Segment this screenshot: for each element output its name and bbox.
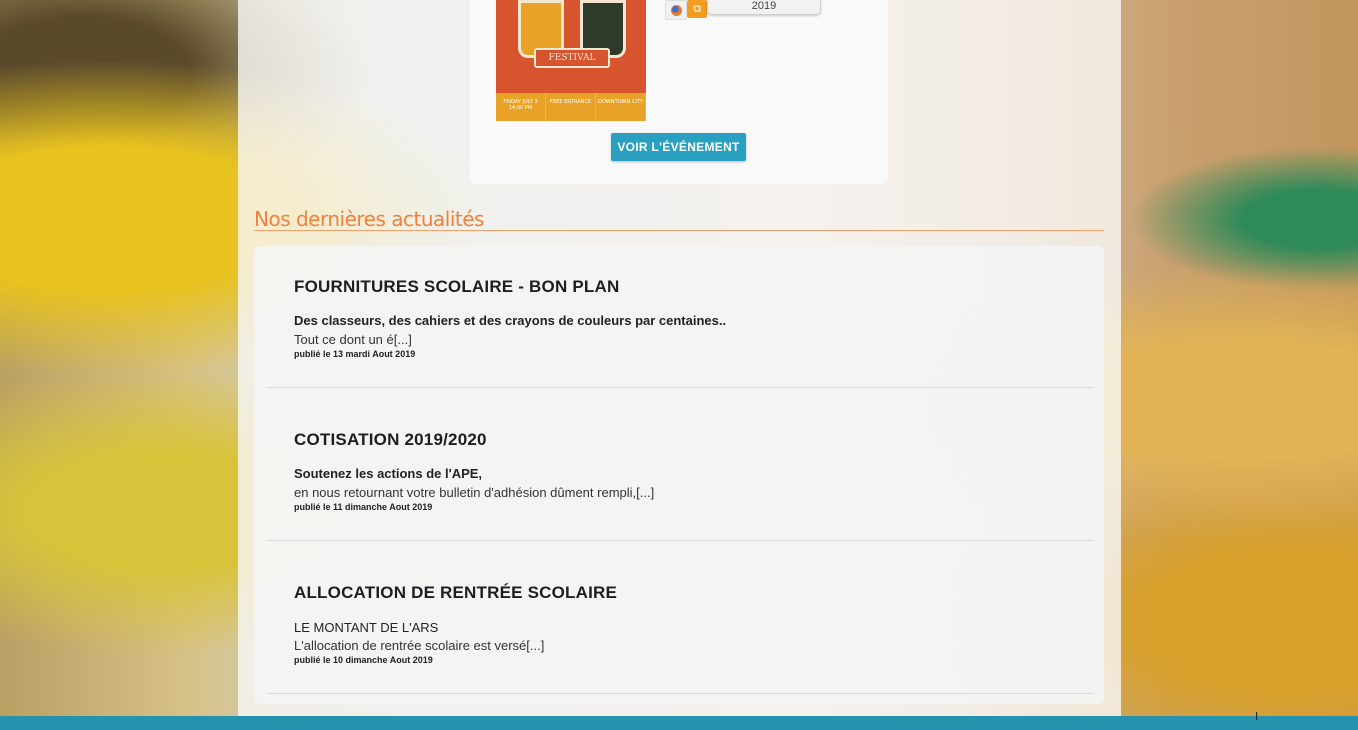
- event-poster[interactable]: FESTIVAL FRIDAY JULY 3 14:00 PM FREE ENT…: [496, 0, 646, 121]
- footer-bar: [0, 716, 1358, 730]
- news-lead: Des classeurs, des cahiers et des crayon…: [294, 313, 727, 328]
- event-year: 2019: [707, 0, 821, 15]
- news-title[interactable]: ALLOCATION DE RENTRÉE SCOLAIRE: [294, 583, 617, 603]
- news-heading: Nos dernières actualités: [254, 207, 484, 231]
- news-divider: [266, 693, 1094, 694]
- news-date: publié le 11 dimanche Aout 2019: [294, 502, 433, 512]
- news-date: publié le 10 dimanche Aout 2019: [294, 655, 433, 665]
- poster-ribbon: FESTIVAL: [534, 48, 610, 68]
- heading-divider: [254, 230, 1104, 231]
- poster-info-place: DOWNTOWN CITY: [596, 93, 646, 121]
- text-cursor-icon: I: [1255, 710, 1259, 723]
- news-excerpt: Tout ce dont un é[...]: [294, 332, 412, 347]
- news-date: publié le 13 mardi Aout 2019: [294, 349, 416, 359]
- view-event-button[interactable]: VOIR L'ÉVÉNEMENT: [611, 133, 746, 161]
- copy-icon[interactable]: ⧉: [687, 0, 707, 18]
- news-excerpt: en nous retournant votre bulletin d'adhé…: [294, 485, 655, 500]
- poster-info-strip: FRIDAY JULY 3 14:00 PM FREE ENTRANCE DOW…: [496, 93, 646, 121]
- news-title[interactable]: COTISATION 2019/2020: [294, 430, 487, 450]
- news-divider: [266, 540, 1094, 541]
- news-title[interactable]: FOURNITURES SCOLAIRE - BON PLAN: [294, 277, 619, 297]
- share-toolbar: ⧉: [665, 0, 707, 20]
- news-excerpt: L'allocation de rentrée scolaire est ver…: [294, 638, 545, 653]
- news-lead: LE MONTANT DE L'ARS: [294, 620, 439, 635]
- news-lead: Soutenez les actions de l'APE,: [294, 466, 483, 481]
- firefox-icon[interactable]: [665, 0, 687, 20]
- poster-info-price: FREE ENTRANCE: [546, 93, 596, 121]
- poster-info-date: FRIDAY JULY 3 14:00 PM: [496, 93, 546, 121]
- news-divider: [266, 387, 1094, 388]
